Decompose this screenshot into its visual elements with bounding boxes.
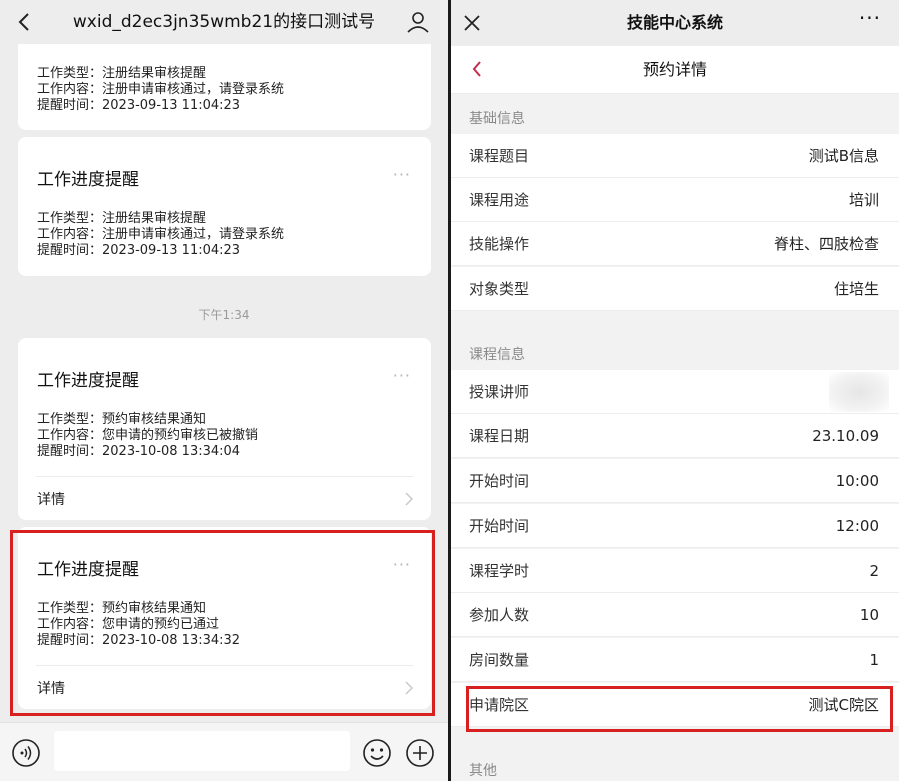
voice-icon — [12, 739, 40, 767]
card-line-time: 提醒时间：2023-09-13 11:04:23 — [37, 98, 241, 113]
field-label: 开始时间 — [469, 472, 530, 490]
card-line-time: 提醒时间：2023-10-08 13:34:04 — [37, 444, 241, 459]
field-label: 参加人数 — [469, 606, 530, 624]
card-title: 工作进度提醒 — [37, 371, 139, 391]
card-lines: 工作类型：注册结果审核提醒 工作内容：注册申请审核通过，请登录系统 提醒时间：2… — [37, 66, 284, 114]
profile-button[interactable] — [406, 10, 430, 34]
chat-header: wxid_d2ec3jn35wmb21的接口测试号 — [0, 0, 448, 44]
field-value: 脊柱、四肢检查 — [773, 235, 879, 253]
message-card[interactable]: 工作进度提醒 ··· 工作类型：注册结果审核提醒 工作内容：注册申请审核通过，请… — [18, 137, 431, 276]
emoji-button[interactable] — [361, 737, 393, 769]
field-row: 对象类型 住培生 — [451, 267, 899, 311]
chat-title: wxid_d2ec3jn35wmb21的接口测试号 — [72, 12, 376, 32]
more-icon[interactable]: ··· — [393, 366, 411, 385]
field-row: 课程学时 2 — [451, 549, 899, 593]
field-label: 课程日期 — [469, 427, 530, 445]
field-label: 课程学时 — [469, 562, 530, 580]
card-line-content: 工作内容：您申请的预约审核已被撤销 — [37, 428, 259, 443]
page-header: 预约详情 — [451, 46, 899, 94]
card-lines: 工作类型：预约审核结果通知 工作内容：您申请的预约审核已被撤销 提醒时间：202… — [37, 412, 258, 460]
emoji-icon — [363, 739, 391, 767]
chevron-right-icon — [405, 492, 413, 506]
card-line-time: 提醒时间：2023-09-13 11:04:23 — [37, 243, 241, 258]
field-value: 测试B信息 — [808, 147, 879, 165]
page-title: 预约详情 — [642, 60, 707, 79]
field-label: 对象类型 — [469, 280, 530, 298]
message-card[interactable]: 工作类型：注册结果审核提醒 工作内容：注册申请审核通过，请登录系统 提醒时间：2… — [18, 30, 431, 130]
blurred-value — [829, 372, 889, 412]
detail-panel: 技能中心系统 ··· 预约详情 基础信息 课程题目 测试B信息 课程用途 培训 … — [451, 0, 899, 781]
field-value: 10 — [859, 606, 879, 624]
field-label: 房间数量 — [469, 651, 530, 669]
message-card[interactable]: 工作进度提醒 ··· 工作类型：预约审核结果通知 工作内容：您申请的预约审核已被… — [18, 338, 431, 520]
field-value: 2 — [869, 562, 879, 580]
message-input[interactable] — [54, 731, 350, 771]
field-value: 10:00 — [835, 472, 879, 490]
field-label: 技能操作 — [469, 235, 530, 253]
chat-input-bar — [0, 722, 448, 781]
field-value: 培训 — [848, 191, 879, 209]
chevron-left-icon — [18, 13, 29, 31]
section-label-other: 其他 — [469, 763, 497, 779]
card-line-content: 工作内容：注册申请审核通过，请登录系统 — [37, 227, 285, 242]
chat-panel: wxid_d2ec3jn35wmb21的接口测试号 工作类型：注册结果审核提醒 … — [0, 0, 448, 781]
card-lines: 工作类型：注册结果审核提醒 工作内容：注册申请审核通过，请登录系统 提醒时间：2… — [37, 211, 284, 259]
card-divider — [36, 476, 413, 477]
field-row: 开始时间 12:00 — [451, 504, 899, 548]
field-label: 开始时间 — [469, 517, 530, 535]
chat-timestamp: 下午1:34 — [198, 308, 250, 322]
field-value: 23.10.09 — [812, 427, 879, 445]
card-line-type: 工作类型：注册结果审核提醒 — [37, 211, 207, 226]
field-label: 课程题目 — [469, 147, 530, 165]
field-row: 房间数量 1 — [451, 638, 899, 682]
card-line-content: 工作内容：注册申请审核通过，请登录系统 — [37, 82, 285, 97]
field-label: 课程用途 — [469, 191, 530, 209]
section-label-course: 课程信息 — [469, 347, 525, 363]
field-value: 1 — [869, 651, 879, 669]
app-title: 技能中心系统 — [626, 13, 723, 32]
back-button[interactable] — [14, 10, 34, 34]
field-row: 课程日期 23.10.09 — [451, 414, 899, 458]
more-menu-button[interactable]: ··· — [859, 6, 881, 30]
field-row: 课程题目 测试B信息 — [451, 134, 899, 178]
field-row: 技能操作 脊柱、四肢检查 — [451, 222, 899, 266]
highlight-box — [10, 530, 435, 716]
field-label: 授课讲师 — [469, 383, 530, 401]
field-value: 住培生 — [833, 280, 879, 298]
plus-button[interactable] — [404, 737, 436, 769]
voice-button[interactable] — [11, 738, 41, 768]
field-row: 授课讲师 — [451, 370, 899, 414]
more-icon[interactable]: ··· — [393, 165, 411, 184]
field-value: 12:00 — [835, 517, 879, 535]
field-row: 参加人数 10 — [451, 593, 899, 637]
person-icon — [407, 12, 429, 33]
highlight-box — [466, 686, 893, 732]
field-row: 课程用途 培训 — [451, 178, 899, 222]
detail-link[interactable]: 详情 — [37, 489, 65, 509]
card-title: 工作进度提醒 — [37, 170, 139, 190]
app-header: 技能中心系统 ··· — [451, 0, 899, 46]
plus-icon — [406, 739, 434, 767]
field-row: 开始时间 10:00 — [451, 459, 899, 503]
section-label-basic: 基础信息 — [469, 111, 525, 127]
card-line-type: 工作类型：预约审核结果通知 — [37, 412, 207, 427]
card-line-type: 工作类型：注册结果审核提醒 — [37, 66, 207, 81]
